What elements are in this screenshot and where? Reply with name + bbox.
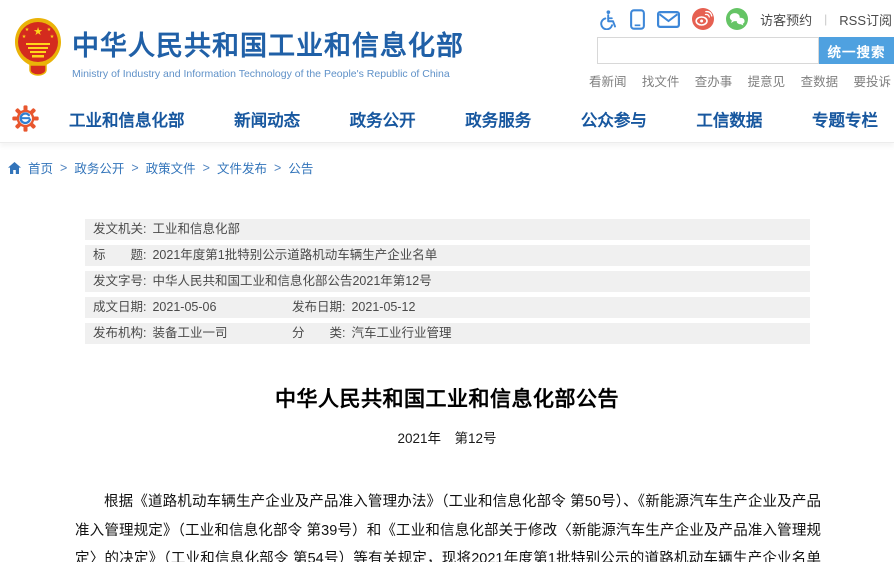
breadcrumb: 首页 > 政务公开 > 政策文件 > 文件发布 > 公告: [8, 158, 313, 177]
article-doc-number: 2021年 第12号: [397, 431, 497, 446]
rss-link[interactable]: RSS订阅: [839, 10, 892, 29]
nav-item-ministry[interactable]: 工业和信息化部: [69, 107, 185, 131]
topbar: 访客预约 | RSS订阅: [597, 8, 892, 30]
main-nav: 工业和信息化部 新闻动态 政务公开 政务服务 公众参与 工信数据 专题专栏: [0, 95, 894, 143]
meta-label: 发布日期:: [292, 300, 346, 314]
meta-value: 装备工业一司: [152, 326, 228, 340]
weibo-icon[interactable]: [692, 8, 715, 30]
meta-label: 成文日期:: [93, 300, 147, 314]
wechat-icon[interactable]: [726, 8, 749, 30]
nav-item-gov-services[interactable]: 政务服务: [465, 107, 531, 131]
quick-link-news[interactable]: 看新闻: [589, 71, 627, 90]
mail-icon[interactable]: [657, 10, 681, 28]
site-subtitle: Ministry of Industry and Information Tec…: [72, 68, 450, 80]
home-icon: [8, 161, 21, 174]
article-paragraph: 根据《道路机动车辆生产企业及产品准入管理办法》（工业和信息化部令 第50号）、《…: [75, 494, 821, 562]
article-title: 中华人民共和国工业和信息化部公告: [275, 388, 619, 411]
breadcrumb-separator: >: [274, 160, 282, 175]
meta-value: 汽车工业行业管理: [351, 326, 452, 340]
quick-link-suggestions[interactable]: 提意见: [748, 71, 786, 90]
meta-label: 发文机关:: [93, 222, 147, 236]
nav-item-news[interactable]: 新闻动态: [234, 107, 300, 131]
nav-item-miit-data[interactable]: 工信数据: [696, 107, 762, 131]
page: ★ ★ ★ ★ ★ 中华人民共和国工业和信息化部 Ministry of Ind…: [0, 0, 894, 562]
visitor-reservation-link[interactable]: 访客预约: [760, 10, 812, 29]
nav-items: 工业和信息化部 新闻动态 政务公开 政务服务 公众参与 工信数据 专题专栏: [69, 107, 878, 131]
svg-text:★: ★: [25, 27, 30, 33]
meta-row-publisher: 发布机构: 装备工业一司 分 类: 汽车工业行业管理: [85, 323, 810, 344]
meta-col2: 分 类: 汽车工业行业管理: [292, 323, 452, 344]
breadcrumb-policy-files[interactable]: 政策文件: [146, 158, 196, 177]
meta-label: 发布机构:: [93, 326, 147, 340]
site-title: 中华人民共和国工业和信息化部: [72, 31, 464, 61]
nav-item-public-participation[interactable]: 公众参与: [581, 107, 647, 131]
meta-row-dates: 成文日期: 2021-05-06 发布日期: 2021-05-12: [85, 297, 810, 318]
svg-text:★: ★: [22, 34, 27, 40]
quick-link-services[interactable]: 查办事: [695, 71, 733, 90]
breadcrumb-file-release[interactable]: 文件发布: [217, 158, 267, 177]
nav-item-gov-disclosure[interactable]: 政务公开: [350, 107, 416, 131]
mobile-icon[interactable]: [630, 8, 646, 30]
search-input[interactable]: [597, 37, 819, 64]
meta-value: 中华人民共和国工业和信息化部公告2021年第12号: [152, 274, 432, 288]
quick-link-complaints[interactable]: 要投诉: [853, 71, 891, 90]
meta-row-issuing-authority: 发文机关: 工业和信息化部: [85, 219, 810, 240]
meta-label: 标 题:: [93, 248, 147, 262]
svg-text:★: ★: [33, 26, 43, 38]
meta-value: 2021年度第1批特别公示道路机动车辆生产企业名单: [152, 248, 438, 262]
meta-row-title: 标 题: 2021年度第1批特别公示道路机动车辆生产企业名单: [85, 245, 810, 266]
breadcrumb-gov-disclosure[interactable]: 政务公开: [74, 158, 124, 177]
meta-col2: 发布日期: 2021-05-12: [292, 297, 415, 318]
meta-label: 发文字号:: [93, 274, 147, 288]
quick-links: 看新闻 找文件 查办事 提意见 查数据 要投诉: [589, 71, 891, 90]
gear-e-logo-icon: [12, 105, 39, 132]
breadcrumb-separator: >: [131, 160, 139, 175]
site-title-block: 中华人民共和国工业和信息化部 Ministry of Industry and …: [72, 24, 464, 80]
unified-search-button[interactable]: 统一搜索: [819, 37, 894, 64]
breadcrumb-home[interactable]: 首页: [28, 158, 53, 177]
svg-text:★: ★: [47, 27, 52, 33]
national-emblem-logo: ★ ★ ★ ★ ★: [15, 18, 61, 76]
meta-value: 2021-05-06: [152, 300, 217, 314]
search-bar: 统一搜索: [597, 37, 894, 64]
quick-link-data[interactable]: 查数据: [801, 71, 839, 90]
meta-label: 分 类:: [292, 326, 346, 340]
quick-link-files[interactable]: 找文件: [642, 71, 680, 90]
meta-value: 2021-05-12: [351, 300, 416, 314]
meta-value: 工业和信息化部: [152, 222, 240, 236]
nav-item-special-topics[interactable]: 专题专栏: [812, 107, 878, 131]
svg-text:★: ★: [50, 34, 55, 40]
breadcrumb-separator: >: [60, 160, 68, 175]
document-meta-table: 发文机关: 工业和信息化部 标 题: 2021年度第1批特别公示道路机动车辆生产企业…: [85, 219, 810, 349]
meta-row-doc-number: 发文字号: 中华人民共和国工业和信息化部公告2021年第12号: [85, 271, 810, 292]
breadcrumb-separator: >: [202, 160, 210, 175]
accessibility-icon[interactable]: [597, 9, 618, 30]
topbar-divider: |: [824, 12, 828, 26]
breadcrumb-announcement[interactable]: 公告: [288, 158, 313, 177]
